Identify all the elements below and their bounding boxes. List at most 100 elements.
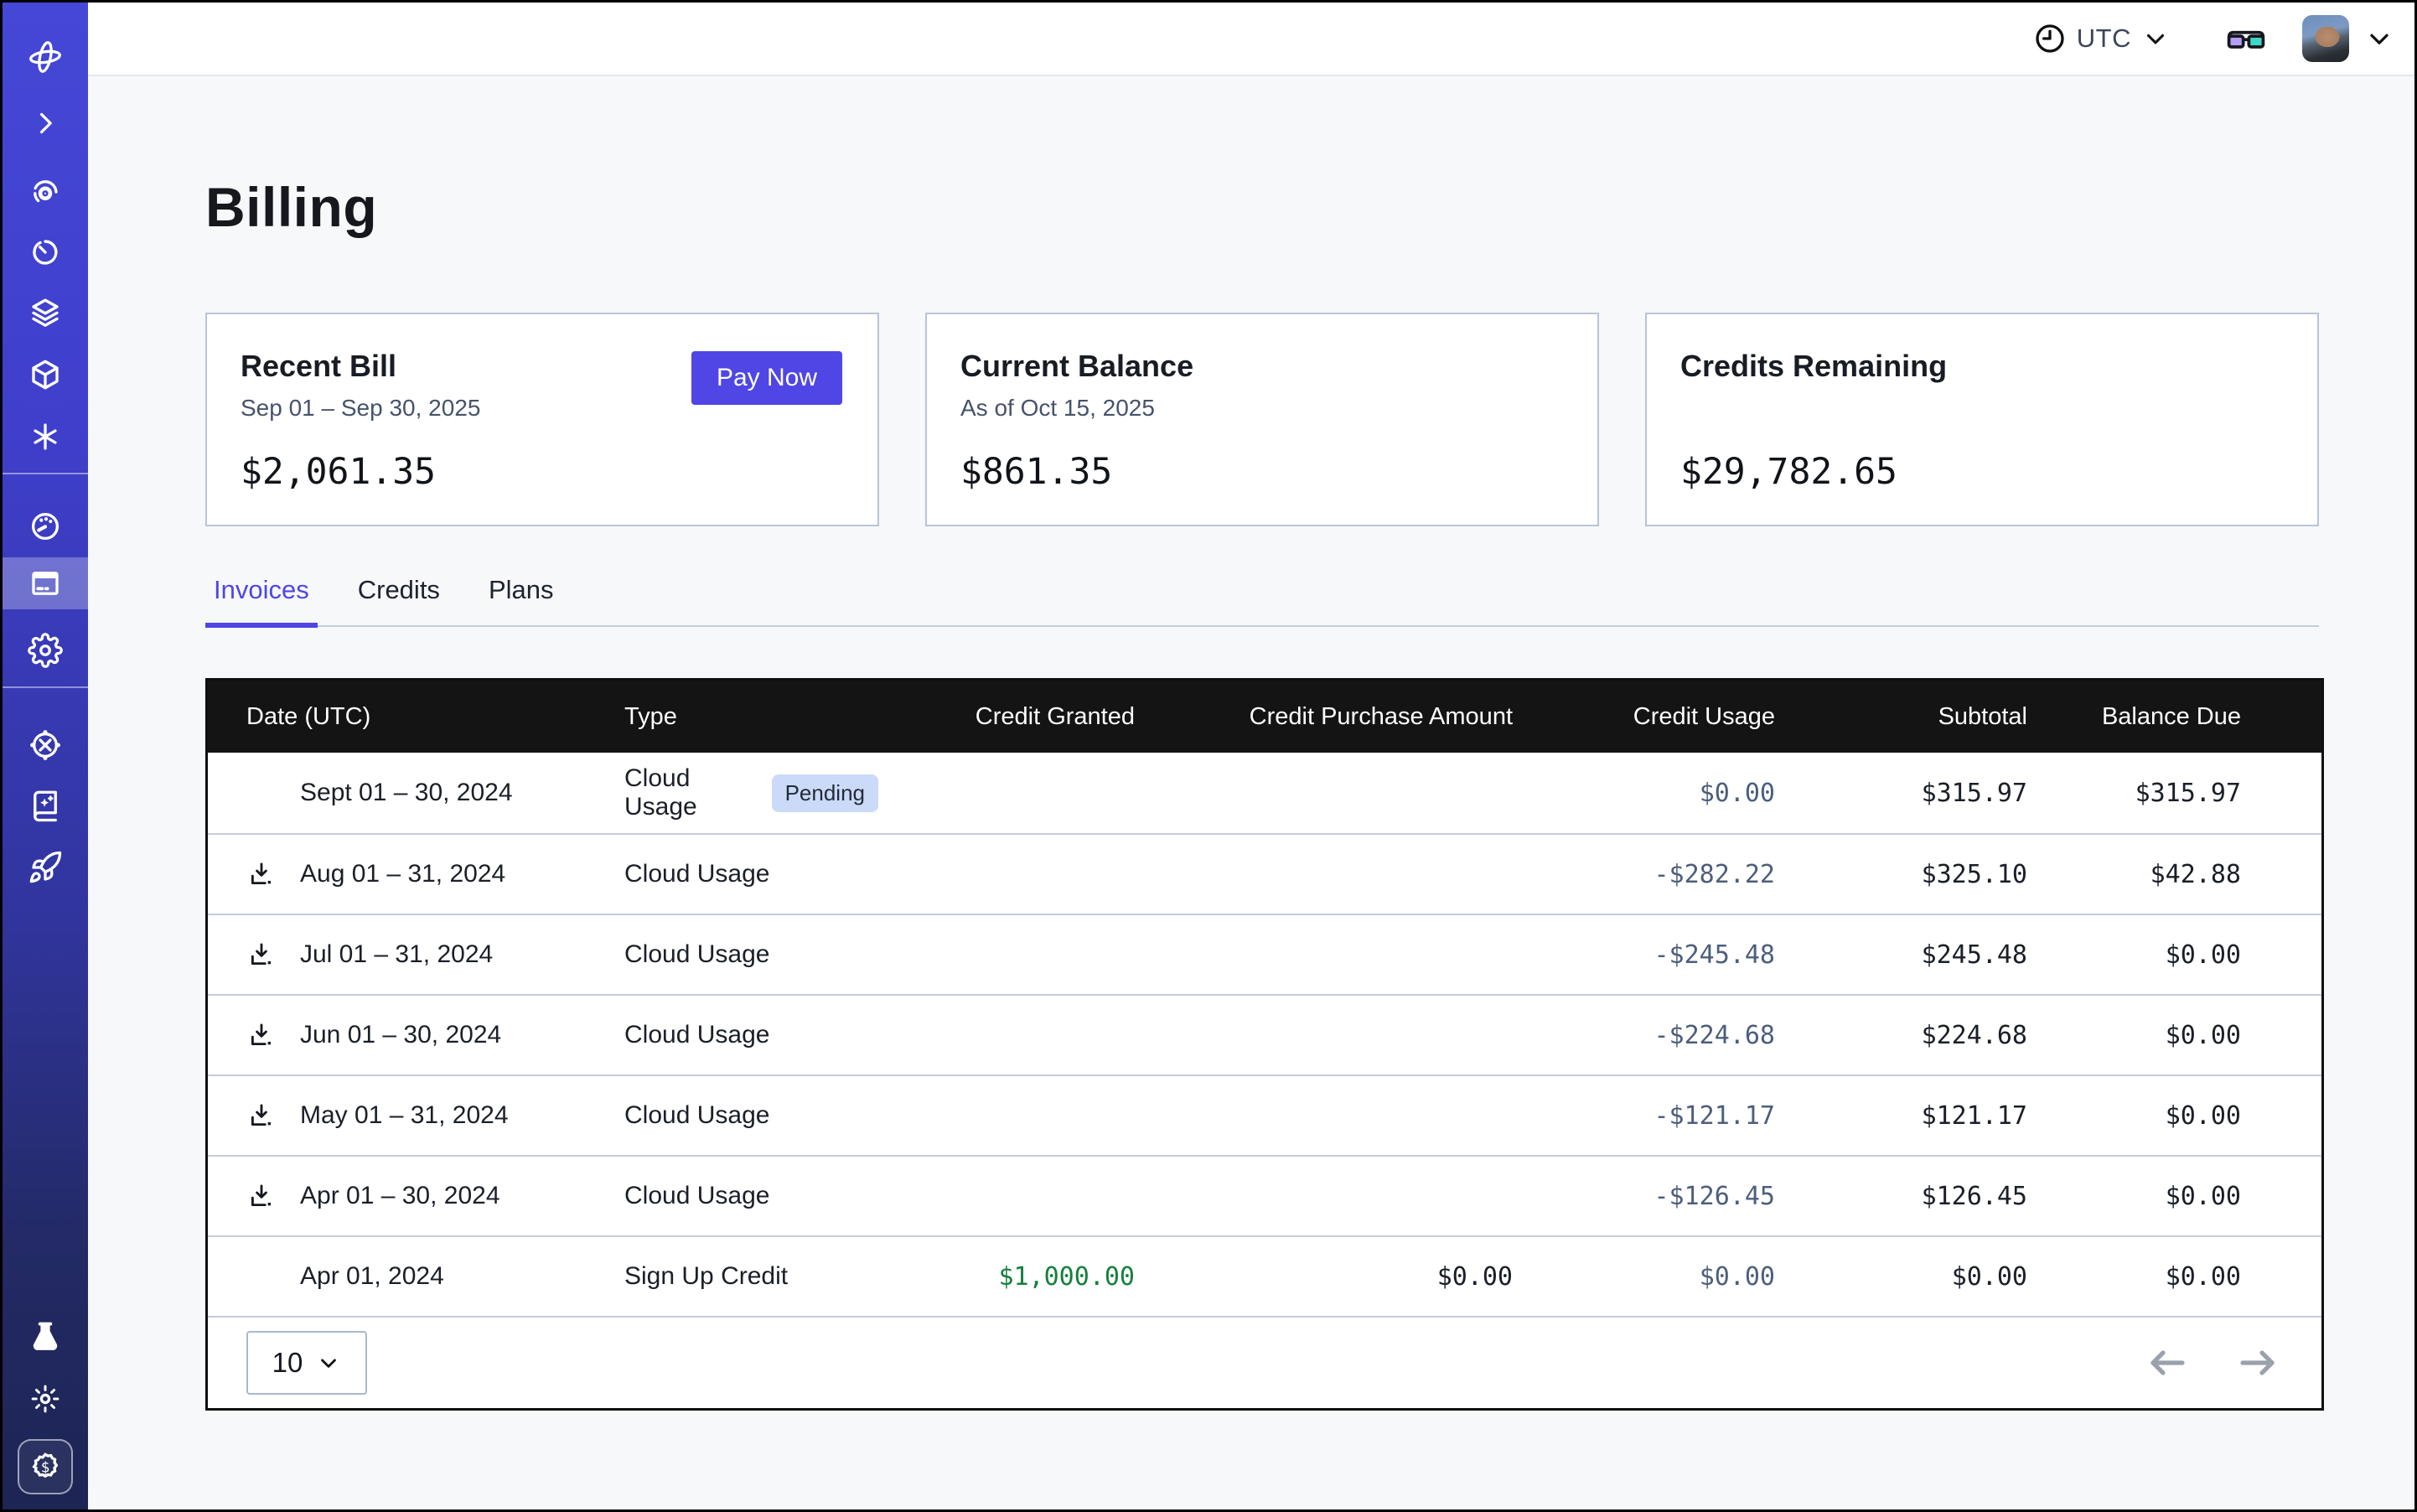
column-header-date: Date (UTC) [246,703,624,731]
cell-credit-usage: -$121.17 [1513,1101,1775,1131]
cell-date: Apr 01 – 30, 2024 [246,1181,624,1211]
cell-type: Cloud Usage [624,940,878,969]
column-header-credit-usage: Credit Usage [1513,703,1775,731]
cell-date: Jul 01 – 31, 2024 [246,940,624,970]
download-invoice-button[interactable] [246,859,277,889]
sidebar-item-wheel[interactable] [3,719,88,771]
chevron-down-icon [2364,23,2394,54]
user-avatar[interactable] [2302,15,2349,62]
card-title: Credits Remaining [1680,348,2284,385]
table-body: Sept 01 – 30, 2024Cloud UsagePending$0.0… [208,753,2321,1316]
tab-credits[interactable]: Credits [349,575,448,625]
book-sparkle-icon [28,788,63,823]
asterisk-icon [28,419,63,454]
download-placeholder [246,1261,277,1292]
pagination-controls [2147,1349,2278,1377]
invoice-type: Cloud Usage [624,1182,769,1210]
sidebar-item-traces[interactable] [3,166,88,218]
cell-type: Cloud Usage [624,1101,878,1130]
card-title: Current Balance [960,348,1564,385]
tab-plans[interactable]: Plans [480,575,562,625]
sidebar-item-asterisk[interactable] [3,411,88,463]
sidebar-item-launch[interactable] [3,841,88,893]
svg-text:$: $ [41,1459,50,1476]
cell-type: Cloud Usage [624,1182,878,1210]
recent-bill-amount: $2,061.35 [241,451,436,493]
current-balance-card: Current Balance As of Oct 15, 2025 $861.… [925,313,1599,526]
download-invoice-button[interactable] [246,1181,277,1211]
download-invoice-button[interactable] [246,1020,277,1050]
pay-now-button[interactable]: Pay Now [691,351,842,405]
billing-card-icon [28,566,63,601]
page-size-select[interactable]: 10 [246,1331,367,1395]
invoice-date: May 01 – 31, 2024 [300,1101,509,1130]
theme-toggle[interactable] [3,1373,88,1425]
card-subtitle: As of Oct 15, 2025 [960,391,1564,425]
cell-subtotal: $245.48 [1775,940,2027,970]
cell-credit-purchase-amount: $0.00 [1135,1262,1513,1292]
invoice-date: Apr 01 – 30, 2024 [300,1182,500,1210]
tab-invoices[interactable]: Invoices [205,575,318,625]
current-balance-amount: $861.35 [960,451,1112,493]
cell-date: Apr 01, 2024 [246,1261,624,1292]
dollar-badge-icon: $ [28,1449,63,1484]
column-header-subtotal: Subtotal [1775,703,2027,731]
cell-balance-due: $0.00 [2027,940,2241,970]
account-menu-button[interactable] [2364,23,2394,54]
credits-button[interactable]: $ [18,1439,73,1494]
reader-mode-button[interactable] [2225,21,2267,56]
previous-page-arrow-icon[interactable] [2147,1349,2187,1377]
sidebar-divider [3,473,88,474]
sidebar-item-docs[interactable] [3,779,88,831]
credits-remaining-card: Credits Remaining $29,782.65 [1645,313,2319,526]
cell-date: May 01 – 31, 2024 [246,1100,624,1131]
table-footer: 10 [208,1316,2321,1408]
cell-balance-due: $42.88 [2027,860,2241,889]
sidebar-item-billing[interactable] [3,557,88,609]
cell-balance-due: $0.00 [2027,1182,2241,1211]
sidebar-item-timer[interactable] [3,226,88,278]
sidebar-collapse-button[interactable] [3,97,88,149]
timer-icon [28,235,63,270]
download-invoice-button[interactable] [246,940,277,970]
summary-cards: Recent Bill Sep 01 – Sep 30, 2025 $2,061… [205,313,2319,526]
column-header-type: Type [624,703,878,731]
table-row: Sept 01 – 30, 2024Cloud UsagePending$0.0… [208,753,2321,833]
sidebar-item-layers[interactable] [3,287,88,339]
app-logo[interactable] [3,31,88,83]
flask-icon [28,1319,63,1354]
sidebar-item-cube[interactable] [3,349,88,401]
cell-subtotal: $315.97 [1775,779,2027,808]
table-row: Jul 01 – 31, 2024Cloud Usage-$245.48$245… [208,914,2321,994]
gauge-icon [28,509,63,544]
chevron-down-icon [2141,24,2170,53]
cell-subtotal: $126.45 [1775,1182,2027,1211]
status-badge: Pending [772,774,878,812]
timezone-selector[interactable]: UTC [2033,22,2170,55]
download-icon [247,1182,276,1210]
download-placeholder [246,778,277,808]
invoice-type: Cloud Usage [624,1101,769,1130]
sidebar-item-labs[interactable] [3,1311,88,1363]
credits-remaining-amount: $29,782.65 [1680,451,1897,493]
table-row: Aug 01 – 31, 2024Cloud Usage-$282.22$325… [208,833,2321,914]
next-page-arrow-icon[interactable] [2238,1349,2278,1377]
page-size-value: 10 [272,1347,303,1379]
download-icon [247,860,276,888]
sidebar-item-settings[interactable] [3,624,88,676]
column-header-credit-purchase-amount: Credit Purchase Amount [1135,703,1513,731]
cell-date: Jun 01 – 30, 2024 [246,1020,624,1050]
rocket-icon [28,850,63,885]
download-icon [247,940,276,969]
sun-icon [28,1381,63,1416]
wheel-icon [28,728,63,763]
cell-subtotal: $0.00 [1775,1262,2027,1292]
cell-credit-granted: $1,000.00 [878,1262,1135,1292]
sidebar-item-dashboard[interactable] [3,500,88,552]
column-header-credit-granted: Credit Granted [878,703,1135,731]
column-header-balance-due: Balance Due [2027,703,2241,731]
timezone-label: UTC [2077,23,2131,54]
layers-icon [28,295,63,330]
download-invoice-button[interactable] [246,1100,277,1131]
spiral-icon [28,174,63,210]
